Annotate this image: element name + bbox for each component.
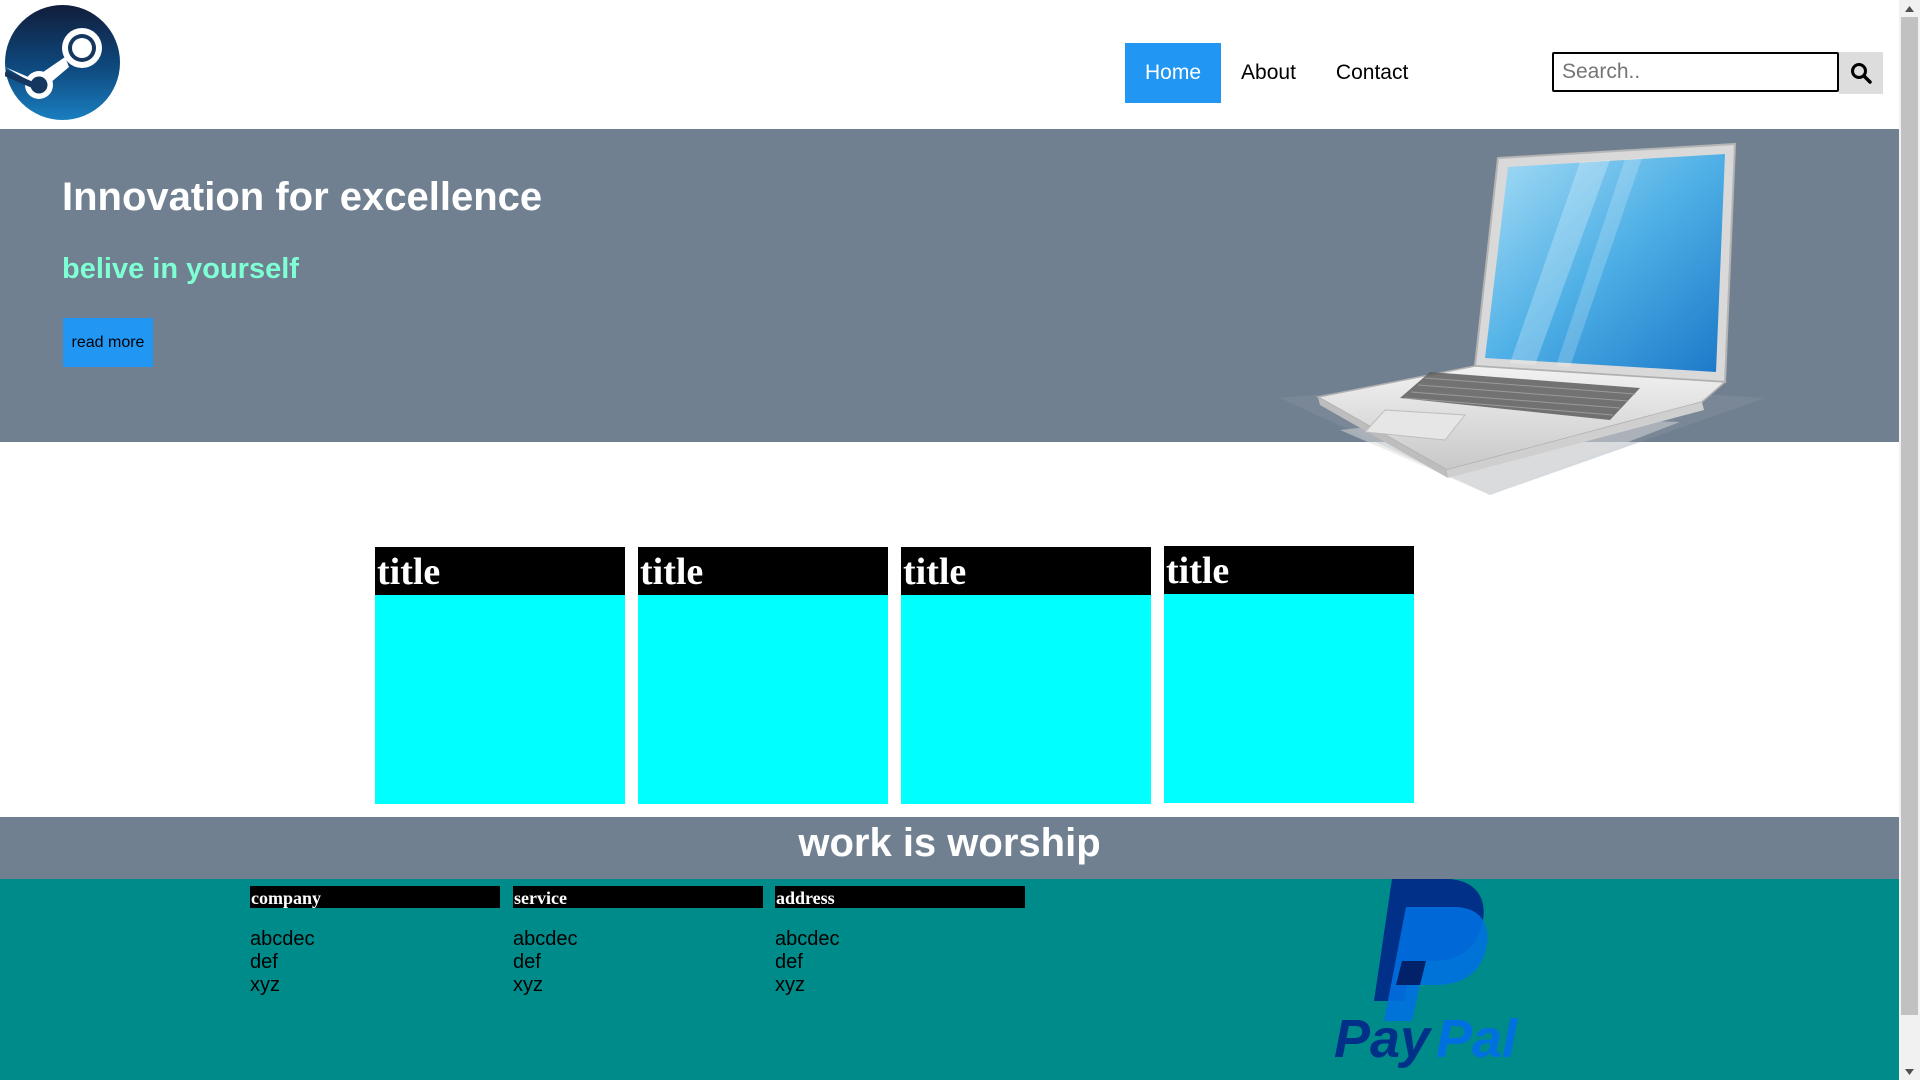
laptop-image — [1280, 142, 1765, 495]
footer-list-item: abcdec — [775, 928, 840, 950]
header: Home About Contact — [0, 0, 1899, 129]
read-more-button[interactable]: read more — [63, 318, 153, 367]
svg-text:Pay: Pay — [1334, 1009, 1433, 1069]
footer-column-heading: address — [775, 886, 1025, 908]
nav-item-home[interactable]: Home — [1125, 43, 1222, 103]
card-title: title — [1164, 546, 1414, 594]
card: title — [375, 547, 625, 804]
scroll-down-arrow-icon[interactable] — [1899, 1063, 1920, 1080]
card: title — [638, 547, 888, 804]
steam-logo-icon[interactable] — [5, 5, 120, 120]
footer-list-item: xyz — [250, 974, 280, 996]
scroll-up-arrow-icon[interactable] — [1899, 0, 1920, 17]
footer-list-item: xyz — [513, 974, 543, 996]
card-title: title — [901, 547, 1151, 595]
scrollbar-thumb[interactable] — [1901, 17, 1918, 1015]
hero-title: Innovation for excellence — [62, 175, 543, 219]
footer-column-heading: service — [513, 886, 763, 908]
vertical-scrollbar[interactable] — [1899, 0, 1920, 1080]
footer-column-address: address abcdec def xyz — [775, 886, 1025, 997]
footer-column-company: company abcdec def xyz — [250, 886, 500, 997]
nav-item-contact[interactable]: Contact — [1316, 43, 1428, 103]
tagline: work is worship — [798, 821, 1101, 865]
footer-list-item: abcdec — [513, 928, 578, 950]
card-grid: title title title title — [375, 546, 1414, 804]
card-title: title — [638, 547, 888, 595]
svg-text:Pal: Pal — [1436, 1009, 1518, 1069]
footer-column-service: service abcdec def xyz — [513, 886, 763, 997]
footer-list-item: def — [775, 951, 803, 973]
search-button[interactable] — [1839, 52, 1883, 94]
tagline-bar: work is worship — [0, 817, 1899, 879]
main-nav: Home About Contact — [1125, 43, 1428, 103]
hero-subtitle: belive in yourself — [62, 253, 299, 285]
search-form — [1552, 52, 1883, 94]
card: title — [901, 547, 1151, 804]
footer-column-list: abcdec def xyz — [775, 928, 1025, 997]
footer-column-heading: company — [250, 886, 500, 908]
nav-item-about[interactable]: About — [1221, 43, 1316, 103]
footer-list-item: def — [250, 951, 278, 973]
card-title: title — [375, 547, 625, 595]
paypal-logo-icon[interactable]: Pay Pal — [1334, 879, 1528, 1069]
page: Home About Contact Innovation for excell… — [0, 0, 1920, 1080]
card: title — [1164, 546, 1414, 803]
footer-list-item: xyz — [775, 974, 805, 996]
footer-column-list: abcdec def xyz — [513, 928, 763, 997]
search-input[interactable] — [1552, 52, 1839, 92]
footer-column-list: abcdec def xyz — [250, 928, 500, 997]
footer-list-item: abcdec — [250, 928, 315, 950]
search-icon — [1851, 63, 1872, 84]
footer-list-item: def — [513, 951, 541, 973]
footer: company abcdec def xyz service abcdec de… — [0, 879, 1899, 1080]
